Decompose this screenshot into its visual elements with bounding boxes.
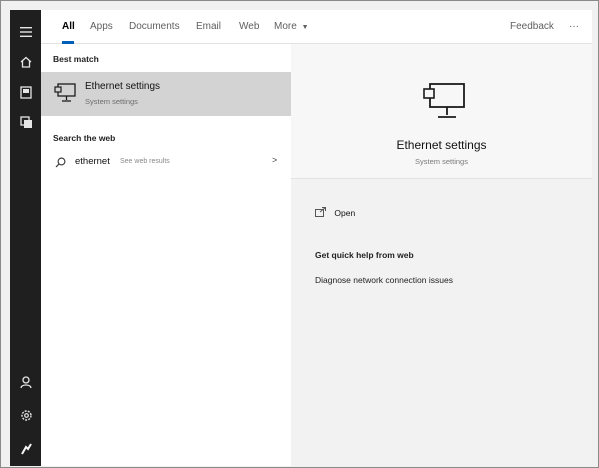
tab-all[interactable]: All: [62, 21, 75, 32]
search-window: All Apps Documents Email Web More ▼ Feed…: [41, 10, 592, 466]
tab-email[interactable]: Email: [196, 21, 221, 32]
best-match-title: Ethernet settings: [85, 81, 161, 92]
documents-icon[interactable]: [16, 82, 36, 102]
search-icon: [55, 155, 66, 173]
start-rail: [10, 10, 41, 466]
tab-more[interactable]: More ▼: [274, 21, 309, 32]
search-web-heading: Search the web: [53, 133, 116, 143]
details-header: Ethernet settings System settings: [291, 44, 592, 179]
best-match-subtitle: System settings: [85, 97, 138, 106]
more-options-button[interactable]: ···: [569, 21, 579, 32]
user-photo-icon[interactable]: [16, 438, 36, 458]
user-icon[interactable]: [16, 372, 36, 392]
details-title: Ethernet settings: [396, 138, 487, 152]
open-icon: [315, 207, 326, 219]
details-subtitle: System settings: [415, 157, 468, 166]
open-label: Open: [334, 208, 356, 218]
web-result-item[interactable]: ethernet See web results >: [41, 147, 291, 177]
home-icon[interactable]: [16, 52, 36, 72]
web-result-query: ethernet: [75, 156, 110, 167]
ethernet-large-icon: [421, 82, 467, 127]
chevron-down-icon: ▼: [301, 24, 309, 31]
photos-icon[interactable]: [16, 112, 36, 132]
best-match-heading: Best match: [53, 54, 99, 64]
results-pane: Best match Ethernet settings System sett…: [41, 44, 291, 466]
diagnose-network-link[interactable]: Diagnose network connection issues: [315, 275, 453, 285]
hamburger-icon[interactable]: [16, 22, 36, 42]
settings-icon[interactable]: [16, 405, 36, 425]
details-pane: Ethernet settings System settings Open G…: [291, 44, 592, 466]
web-result-hint: See web results: [120, 158, 170, 165]
quick-help-heading: Get quick help from web: [315, 250, 414, 260]
filter-tabs: All Apps Documents Email Web More ▼ Feed…: [41, 10, 592, 44]
best-match-item[interactable]: Ethernet settings System settings: [41, 72, 291, 116]
chevron-right-icon: >: [272, 155, 278, 165]
tab-apps[interactable]: Apps: [90, 21, 113, 32]
ethernet-monitor-icon: [54, 83, 76, 108]
tab-documents[interactable]: Documents: [129, 21, 180, 32]
open-button[interactable]: Open: [315, 207, 355, 219]
search-window-frame: All Apps Documents Email Web More ▼ Feed…: [0, 0, 599, 468]
tab-more-label: More: [274, 21, 297, 32]
tab-web[interactable]: Web: [239, 21, 259, 32]
feedback-button[interactable]: Feedback: [510, 21, 554, 32]
